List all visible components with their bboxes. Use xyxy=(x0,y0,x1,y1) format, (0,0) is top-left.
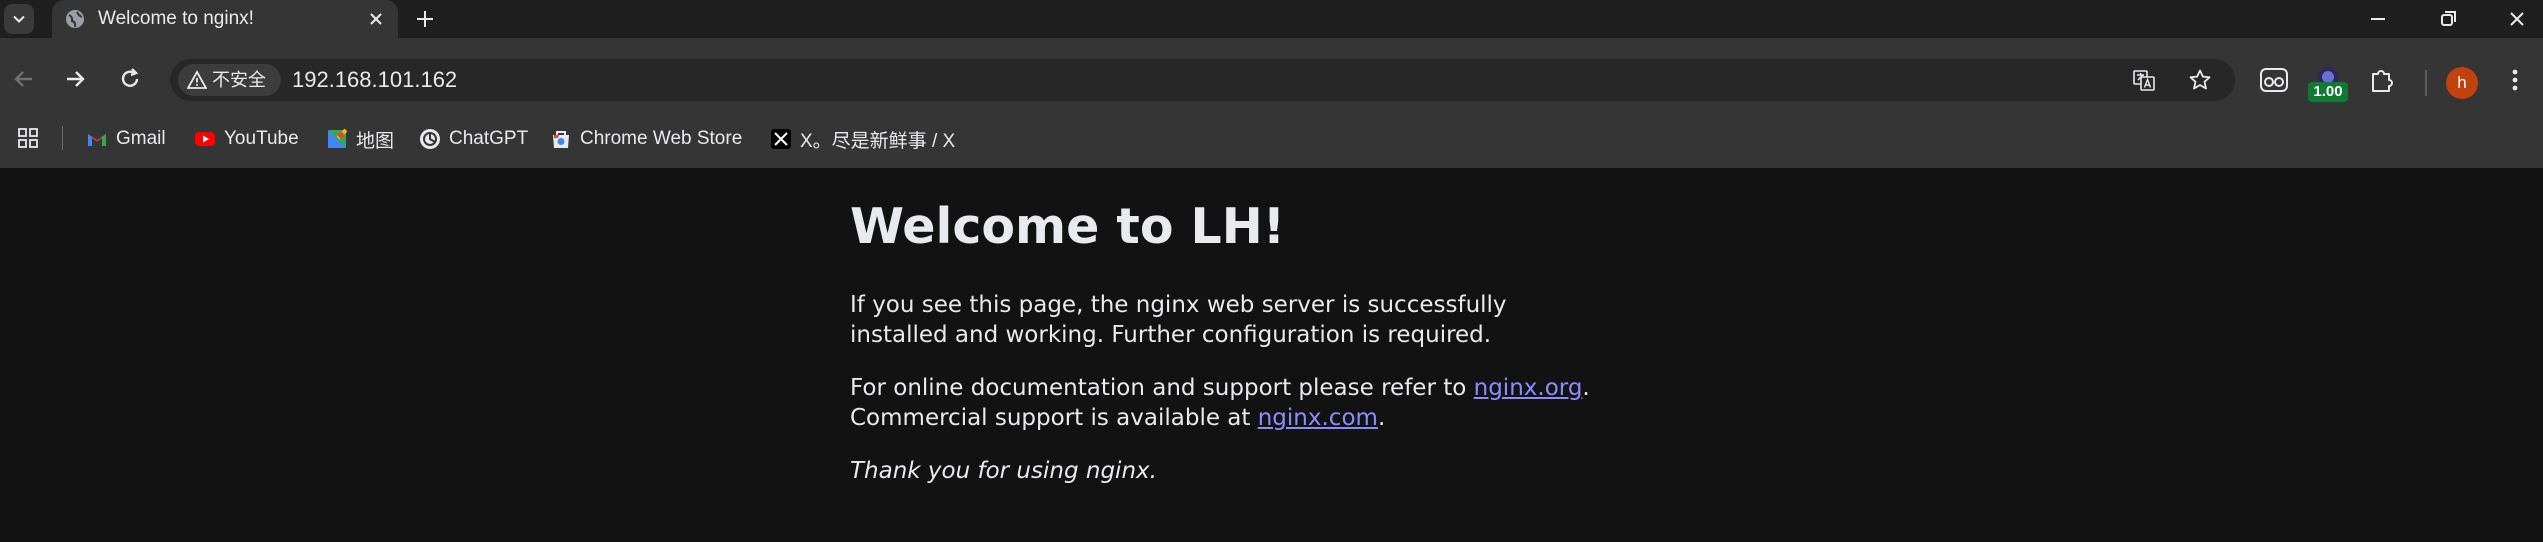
bookmark-label: YouTube xyxy=(224,128,299,149)
tab-title: Welcome to nginx! xyxy=(98,8,254,29)
bookmark-youtube[interactable]: YouTube xyxy=(194,120,299,158)
gmail-icon xyxy=(88,134,106,146)
bookmark-label: X。尽是新鲜事 / X xyxy=(800,130,956,152)
tab-search-button[interactable] xyxy=(4,4,34,34)
extension-eyes-icon[interactable] xyxy=(2257,63,2291,97)
chatgpt-icon xyxy=(420,129,440,149)
bookmark-x[interactable]: X。尽是新鲜事 / X xyxy=(770,120,955,158)
tab-active[interactable]: Welcome to nginx! xyxy=(52,0,398,38)
maps-icon xyxy=(328,128,348,148)
bookmark-gmail[interactable]: Gmail xyxy=(86,120,166,158)
extension-badge: 1.00 xyxy=(2308,82,2348,102)
thanks-paragraph: Thank you for using nginx. xyxy=(850,456,1610,486)
warning-icon xyxy=(187,70,207,89)
thanks-text: Thank you for using nginx. xyxy=(850,458,1157,484)
more-menu-icon[interactable] xyxy=(2498,63,2532,97)
page-heading: Welcome to LH! xyxy=(850,198,1286,255)
bookmark-chatgpt[interactable]: ChatGPT xyxy=(419,120,528,158)
back-arrow-icon[interactable] xyxy=(8,63,40,95)
reload-icon[interactable] xyxy=(114,63,146,95)
profile-avatar[interactable]: h xyxy=(2446,67,2478,99)
forward-arrow-icon[interactable] xyxy=(59,63,91,95)
chrome-web-store-icon xyxy=(553,131,569,148)
bookmark-label: ChatGPT xyxy=(449,128,529,149)
docs-text: For online documentation and support ple… xyxy=(850,375,1474,401)
bookmark-chrome-web-store[interactable]: Chrome Web Store xyxy=(550,120,742,158)
x-icon xyxy=(771,129,791,149)
docs-text-end: . xyxy=(1582,375,1590,401)
apps-grid-icon[interactable] xyxy=(16,126,40,150)
youtube-icon xyxy=(195,132,215,146)
intro-paragraph: If you see this page, the nginx web serv… xyxy=(850,292,1507,348)
minimize-icon[interactable] xyxy=(2364,5,2392,33)
commercial-text: Commercial support is available at xyxy=(850,405,1258,431)
nginx-com-link[interactable]: nginx.com xyxy=(1258,405,1378,431)
url-text[interactable]: 192.168.101.162 xyxy=(292,59,457,101)
address-bar[interactable]: 不安全 192.168.101.162 xyxy=(170,59,2235,101)
bookmark-label: Gmail xyxy=(116,128,166,149)
security-label: 不安全 xyxy=(212,70,266,90)
toolbar-divider xyxy=(2425,70,2427,96)
extensions-puzzle-icon[interactable] xyxy=(2365,63,2399,97)
globe-icon xyxy=(66,10,84,28)
restore-icon[interactable] xyxy=(2434,5,2462,33)
tab-strip: Welcome to nginx! xyxy=(0,0,2543,38)
new-tab-icon[interactable] xyxy=(412,6,438,32)
security-chip[interactable]: 不安全 xyxy=(178,64,281,96)
bookmark-star-icon[interactable] xyxy=(2188,68,2212,92)
nginx-org-link[interactable]: nginx.org xyxy=(1474,375,1583,401)
close-window-icon[interactable] xyxy=(2503,5,2531,33)
translate-icon[interactable] xyxy=(2132,68,2156,92)
bookmark-label: 地图 xyxy=(356,130,395,152)
commercial-text-end: . xyxy=(1377,405,1386,431)
bookmark-maps[interactable]: 地图 xyxy=(326,120,394,158)
bookmarks-divider xyxy=(62,126,63,150)
bookmark-label: Chrome Web Store xyxy=(580,128,743,149)
docs-paragraph: For online documentation and support ple… xyxy=(850,373,1610,433)
bookmarks-bar: Gmail YouTube 地图 ChatGPT Chrome Web Stor… xyxy=(0,112,2543,168)
chevron-down-icon xyxy=(13,15,25,23)
close-icon[interactable] xyxy=(364,7,388,31)
